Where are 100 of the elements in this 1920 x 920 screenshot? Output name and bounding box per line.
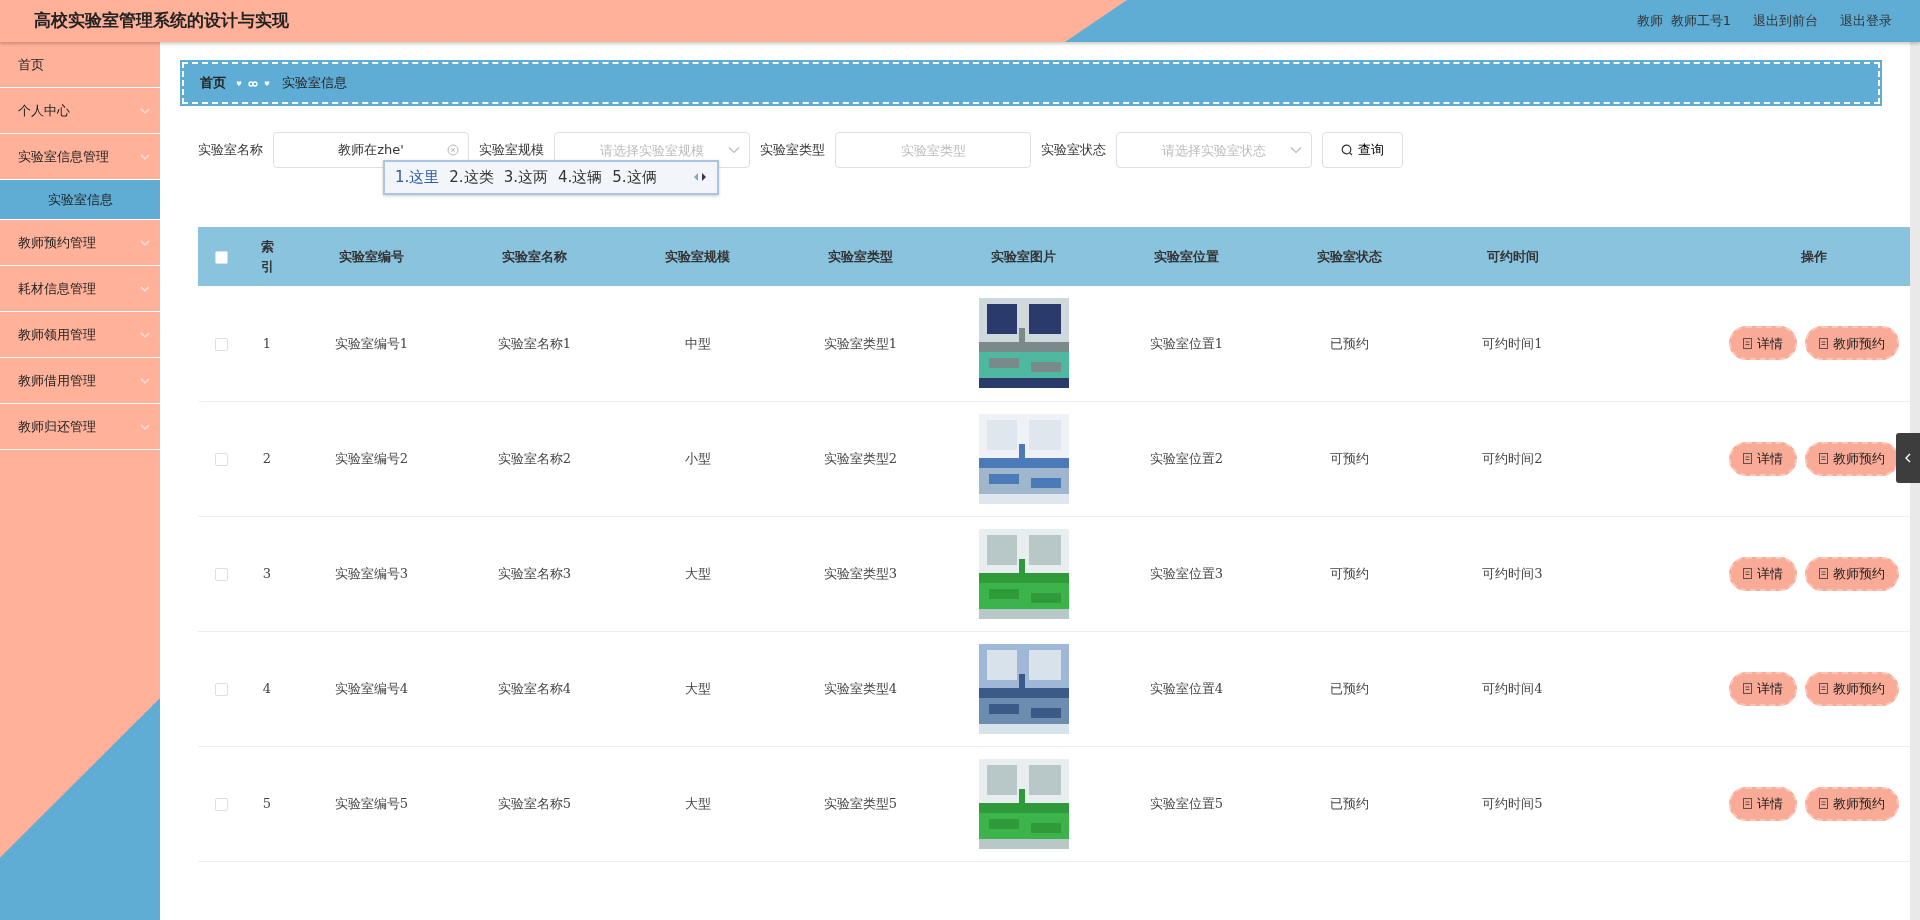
table-cell: 大型 [684, 680, 711, 696]
header-link[interactable]: 退出到前台 [1753, 11, 1818, 31]
chevron-icon [140, 377, 150, 384]
column-header: 可约时间 [1486, 248, 1539, 264]
side-panel-handle[interactable] [1896, 433, 1920, 483]
table-cell: 可预约 [1330, 565, 1369, 581]
heart-separator-icon [236, 78, 272, 88]
table-cell: 已预约 [1330, 795, 1369, 811]
sidebar-item[interactable]: 首页 [0, 42, 160, 88]
chevron-icon [140, 107, 150, 114]
input-field[interactable]: 实验室类型 [835, 132, 1031, 168]
sidebar-item[interactable]: 教师预约管理 [0, 220, 160, 266]
table-cell: 实验室编号5 [334, 795, 409, 811]
row-checkbox[interactable] [214, 452, 228, 466]
table-cell: 5 [262, 795, 272, 811]
sidebar-item[interactable]: 教师领用管理 [0, 312, 160, 358]
user-name: 教师工号1 [1670, 12, 1731, 31]
row-checkbox[interactable] [214, 567, 228, 581]
header-link[interactable]: 退出登录 [1840, 11, 1892, 31]
table-cell: 实验室位置1 [1149, 335, 1224, 351]
table-cell: 实验室位置5 [1149, 795, 1224, 811]
table-cell: 实验室类型4 [823, 680, 898, 696]
page-arrows-icon [692, 172, 707, 183]
table-cell: 实验室编号1 [334, 335, 409, 351]
column-header: 实验室位置 [1154, 248, 1219, 264]
table-cell: 实验室位置3 [1149, 565, 1224, 581]
table-cell: 实验室位置2 [1149, 450, 1224, 466]
reserve-button[interactable]: 教师预约 [1804, 556, 1899, 591]
chevron-icon [140, 285, 150, 292]
row-checkbox[interactable] [214, 337, 228, 351]
table-cell: 可约时间5 [1482, 795, 1543, 811]
table-cell: 1 [262, 335, 272, 351]
breadcrumb-item: 实验室信息 [282, 74, 347, 93]
table-cell: 3 [262, 565, 272, 581]
reserve-button[interactable]: 教师预约 [1804, 671, 1899, 706]
table-cell: 实验室位置4 [1149, 680, 1224, 696]
table-cell: 可约时间3 [1482, 565, 1543, 581]
chevron-icon [140, 153, 150, 160]
ime-candidate[interactable]: 4.这辆 [557, 166, 603, 189]
search-button[interactable]: 查询 [1322, 132, 1403, 168]
sidebar-item[interactable]: 耗材信息管理 [0, 266, 160, 312]
ime-candidate[interactable]: 2.这类 [449, 166, 494, 189]
details-button[interactable]: 详情 [1728, 441, 1797, 476]
search-icon [1341, 144, 1353, 156]
table-cell: 大型 [684, 795, 711, 811]
table-cell: 实验室名称4 [497, 680, 572, 696]
select-all-checkbox[interactable] [214, 250, 228, 264]
details-button[interactable]: 详情 [1728, 671, 1797, 706]
page-title: 高校实验室管理系统的设计与实现 [34, 9, 289, 33]
column-header: 实验室状态 [1317, 248, 1382, 264]
select-field[interactable]: 请选择实验室状态 [1116, 132, 1312, 168]
document-icon [1818, 337, 1828, 349]
document-icon [1818, 683, 1828, 694]
document-icon [1742, 453, 1752, 464]
reserve-button[interactable]: 教师预约 [1804, 441, 1899, 476]
document-icon [1742, 337, 1752, 349]
document-icon [1742, 568, 1752, 579]
row-checkbox[interactable] [214, 797, 228, 811]
sidebar-item[interactable]: 个人中心 [0, 88, 160, 134]
sidebar-item[interactable]: 教师归还管理 [0, 404, 160, 450]
column-header: 实验室规模 [665, 248, 730, 264]
details-button[interactable]: 详情 [1728, 556, 1797, 591]
table-cell: 实验室名称1 [497, 335, 572, 351]
details-button[interactable]: 详情 [1728, 786, 1797, 821]
scrollbar[interactable] [1910, 42, 1920, 920]
details-button[interactable]: 详情 [1728, 326, 1797, 361]
table-cell: 可预约 [1330, 450, 1369, 466]
ime-candidate[interactable]: 5.这俩 [612, 166, 657, 189]
sidebar-item[interactable]: 教师借用管理 [0, 358, 160, 404]
input-field[interactable]: 教师在zhe' [273, 132, 469, 168]
chevron-left-icon [1905, 453, 1911, 463]
field-label: 实验室状态 [1041, 141, 1106, 160]
reserve-button[interactable]: 教师预约 [1804, 786, 1899, 821]
field-label: 实验室名称 [198, 141, 263, 160]
reserve-button[interactable]: 教师预约 [1804, 326, 1899, 361]
chevron-icon [728, 146, 740, 154]
table-cell: 可约时间4 [1482, 680, 1543, 696]
table-cell: 实验室名称3 [497, 565, 572, 581]
column-header: 索引 [260, 238, 274, 276]
chevron-icon [1290, 146, 1302, 154]
column-header: 实验室图片 [991, 248, 1056, 264]
table-cell: 实验室类型1 [823, 335, 898, 351]
table-cell: 可约时间2 [1482, 450, 1543, 466]
table-cell: 小型 [684, 450, 711, 466]
document-icon [1818, 568, 1828, 579]
ime-candidate[interactable]: 3.这两 [503, 166, 548, 189]
document-icon [1818, 798, 1828, 809]
field-label: 实验室规模 [479, 141, 544, 160]
table-cell: 实验室编号3 [334, 565, 409, 581]
row-checkbox[interactable] [214, 682, 228, 696]
table-cell: 实验室名称2 [497, 450, 572, 466]
column-header: 实验室名称 [502, 248, 567, 264]
breadcrumb-item[interactable]: 首页 [200, 73, 226, 93]
column-header: 操作 [1800, 248, 1827, 264]
table-cell: 大型 [684, 565, 711, 581]
ime-candidate[interactable]: 1.这里 [395, 166, 440, 189]
column-header: 实验室编号 [339, 248, 404, 264]
table-cell: 实验室编号2 [334, 450, 409, 466]
sidebar-subitem[interactable]: 实验室信息 [0, 180, 160, 220]
field-label: 实验室类型 [760, 141, 825, 160]
